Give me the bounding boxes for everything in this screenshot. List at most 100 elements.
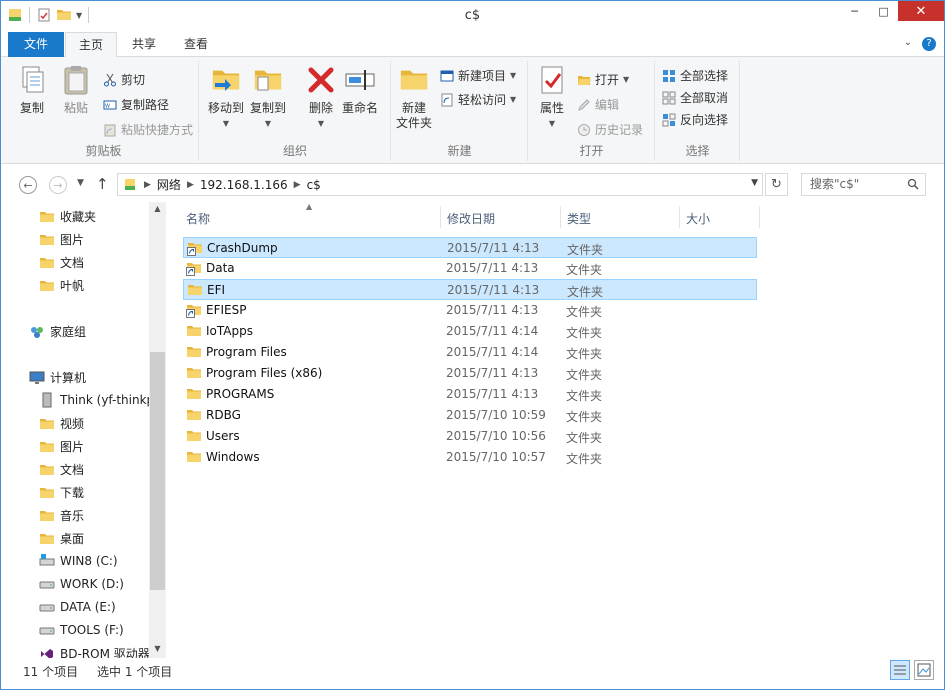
nav-favorites[interactable]: 收藏夹 bbox=[39, 208, 96, 225]
nav-fav-item[interactable]: 文档 bbox=[39, 254, 84, 271]
nav-fav-item[interactable]: 图片 bbox=[39, 231, 84, 248]
breadcrumb-separator-icon[interactable]: ▶ bbox=[187, 180, 194, 190]
file-type: 文件夹 bbox=[566, 326, 603, 340]
edit-button[interactable]: 编辑 bbox=[577, 96, 619, 113]
scrollbar-thumb[interactable] bbox=[150, 352, 165, 590]
easy-access-button[interactable]: 轻松访问 ▼ bbox=[440, 91, 516, 108]
breadcrumb-host[interactable]: 192.168.1.166 bbox=[200, 178, 288, 192]
refresh-button[interactable]: ↻ bbox=[765, 173, 788, 196]
history-clock-icon bbox=[578, 123, 590, 136]
svg-text:W: W bbox=[105, 103, 110, 109]
nav-computer-item[interactable]: 视频 bbox=[39, 415, 84, 432]
breadcrumb-separator-icon[interactable]: ▶ bbox=[294, 180, 301, 190]
column-divider[interactable] bbox=[440, 206, 441, 228]
large-icons-view-button[interactable] bbox=[914, 660, 934, 680]
nav-computer-item[interactable]: 文档 bbox=[39, 461, 84, 478]
file-date: 2015/7/11 4:13 bbox=[447, 241, 540, 255]
file-row[interactable]: CrashDump 2015/7/11 4:13 文件夹 bbox=[183, 237, 757, 258]
select-all-button[interactable]: 全部选择 bbox=[662, 67, 728, 84]
column-divider[interactable] bbox=[560, 206, 561, 228]
rename-button[interactable]: 重命名 bbox=[342, 63, 378, 116]
breadcrumb-share[interactable]: c$ bbox=[307, 178, 321, 192]
file-row[interactable]: IoTApps 2015/7/11 4:14 文件夹 bbox=[183, 321, 757, 342]
copy-to-icon bbox=[254, 70, 282, 91]
back-button[interactable]: ← bbox=[19, 176, 37, 194]
file-row[interactable]: Program Files (x86) 2015/7/11 4:13 文件夹 bbox=[183, 363, 757, 384]
move-to-button[interactable]: 移动到 ▼ bbox=[208, 63, 244, 131]
close-button[interactable]: ✕ bbox=[898, 1, 944, 21]
breadcrumb-network[interactable]: 网络 bbox=[157, 176, 181, 193]
invert-selection-button[interactable]: 反向选择 bbox=[662, 111, 728, 128]
column-header-size[interactable]: 大小 bbox=[686, 210, 710, 227]
navpane-scrollbar[interactable]: ▲ ▼ bbox=[149, 202, 166, 658]
nav-fav-item[interactable]: 叶帆 bbox=[39, 277, 84, 294]
new-item-button[interactable]: 新建项目 ▼ bbox=[440, 67, 516, 84]
tab-view[interactable]: 查看 bbox=[173, 32, 219, 57]
nav-computer-item[interactable]: BD-ROM 驱动器 bbox=[39, 645, 150, 658]
scroll-up-arrow-icon[interactable]: ▲ bbox=[149, 204, 166, 218]
properties-button[interactable]: 属性 ▼ bbox=[535, 63, 569, 131]
minimize-button[interactable]: ─ bbox=[840, 1, 869, 21]
help-icon[interactable]: ? bbox=[922, 37, 936, 51]
nav-computer-item[interactable]: WIN8 (C:) bbox=[39, 553, 118, 569]
copy-path-button[interactable]: W 复制路径 bbox=[103, 96, 169, 113]
file-row[interactable]: Windows 2015/7/10 10:57 文件夹 bbox=[183, 447, 757, 468]
column-header-name[interactable]: 名称 bbox=[186, 210, 210, 227]
tab-file[interactable]: 文件 bbox=[8, 32, 64, 57]
nav-computer[interactable]: 计算机 bbox=[29, 369, 86, 386]
scroll-down-arrow-icon[interactable]: ▼ bbox=[149, 644, 166, 658]
file-row[interactable]: Users 2015/7/10 10:56 文件夹 bbox=[183, 426, 757, 447]
column-divider[interactable] bbox=[759, 206, 760, 228]
tab-share[interactable]: 共享 bbox=[121, 32, 167, 57]
address-dropdown-icon[interactable]: ▼ bbox=[751, 178, 758, 188]
cut-button[interactable]: 剪切 bbox=[103, 71, 145, 88]
folder-icon bbox=[186, 365, 202, 381]
file-date: 2015/7/11 4:14 bbox=[446, 324, 539, 338]
nav-computer-item-label: 图片 bbox=[60, 440, 85, 454]
nav-computer-item[interactable]: Think (yf-thinkp bbox=[39, 392, 154, 408]
column-header-type[interactable]: 类型 bbox=[567, 210, 591, 227]
nav-computer-item[interactable]: 音乐 bbox=[39, 507, 84, 524]
file-row[interactable]: PROGRAMS 2015/7/11 4:13 文件夹 bbox=[183, 384, 757, 405]
nav-computer-item[interactable]: 下载 bbox=[39, 484, 84, 501]
paste-shortcut-button[interactable]: 粘贴快捷方式 bbox=[103, 121, 193, 138]
delete-dropdown-icon: ▼ bbox=[317, 119, 325, 128]
delete-button[interactable]: 删除 ▼ bbox=[304, 63, 338, 131]
drive-icon bbox=[39, 622, 55, 638]
details-view-button[interactable] bbox=[890, 660, 910, 680]
folder-icon bbox=[186, 428, 202, 444]
file-row[interactable]: Program Files 2015/7/11 4:14 文件夹 bbox=[183, 342, 757, 363]
copy-to-dropdown-icon: ▼ bbox=[264, 119, 272, 128]
column-header-date[interactable]: 修改日期 bbox=[447, 210, 495, 227]
file-row[interactable]: RDBG 2015/7/10 10:59 文件夹 bbox=[183, 405, 757, 426]
new-folder-button[interactable]: 新建 文件夹 bbox=[396, 63, 432, 131]
search-input[interactable]: 搜索"c$" bbox=[801, 173, 926, 196]
file-row[interactable]: EFI 2015/7/11 4:13 文件夹 bbox=[183, 279, 757, 300]
file-row[interactable]: EFIESP 2015/7/11 4:13 文件夹 bbox=[183, 300, 757, 321]
tab-home[interactable]: 主页 bbox=[65, 32, 117, 58]
nav-homegroup[interactable]: 家庭组 bbox=[29, 323, 86, 340]
title-bar[interactable]: ▼ c$ ─ □ ✕ bbox=[1, 1, 944, 31]
up-arrow-icon[interactable]: ↑ bbox=[96, 175, 109, 193]
nav-computer-item[interactable]: 图片 bbox=[39, 438, 84, 455]
nav-computer-item[interactable]: TOOLS (F:) bbox=[39, 622, 124, 638]
column-divider[interactable] bbox=[679, 206, 680, 228]
history-button[interactable]: 历史记录 bbox=[577, 121, 643, 138]
address-bar[interactable]: ▶ 网络 ▶ 192.168.1.166 ▶ c$ ▼ bbox=[117, 173, 763, 196]
copy-button[interactable]: 复制 bbox=[15, 63, 49, 116]
forward-button[interactable]: → bbox=[49, 176, 67, 194]
nav-computer-item[interactable]: DATA (E:) bbox=[39, 599, 116, 615]
nav-computer-item[interactable]: 桌面 bbox=[39, 530, 84, 547]
visual-studio-icon bbox=[41, 648, 53, 658]
recent-locations-dropdown-icon[interactable]: ▼ bbox=[77, 178, 84, 188]
select-none-button[interactable]: 全部取消 bbox=[662, 89, 728, 106]
maximize-button[interactable]: □ bbox=[869, 1, 898, 21]
nav-computer-item[interactable]: WORK (D:) bbox=[39, 576, 124, 592]
copy-to-button[interactable]: 复制到 ▼ bbox=[250, 63, 286, 131]
open-dropdown-icon: ▼ bbox=[623, 75, 630, 84]
expand-ribbon-chevron-icon[interactable]: ⌄ bbox=[904, 37, 912, 51]
file-row[interactable]: Data 2015/7/11 4:13 文件夹 bbox=[183, 258, 757, 279]
paste-button[interactable]: 粘贴 bbox=[59, 63, 93, 116]
nav-computer-item-label: 文档 bbox=[60, 463, 85, 477]
open-button[interactable]: 打开 ▼ bbox=[577, 71, 629, 88]
